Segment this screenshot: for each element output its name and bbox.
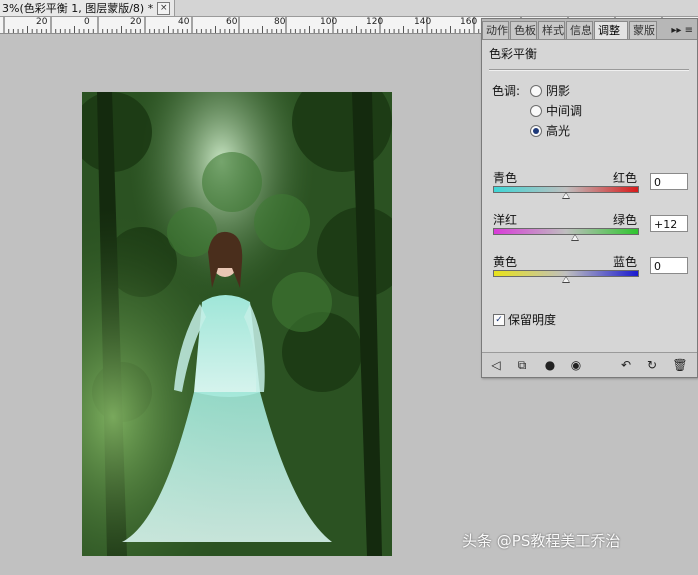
radio-button[interactable]	[530, 84, 542, 97]
slider-right-label: 绿色	[613, 213, 638, 227]
slider-magenta-green: 洋红 绿色 +12	[493, 211, 688, 251]
panel-footer: ◁ ⧉ ● ◉ ↶ ↻ 🗑	[482, 352, 697, 377]
close-icon[interactable]: ×	[157, 1, 171, 15]
radio-label: 高光	[546, 124, 571, 138]
tab-swatches[interactable]: 色板	[510, 21, 537, 39]
ruler-label: 0	[84, 17, 90, 27]
eye-icon[interactable]: ◉	[568, 357, 584, 373]
slider-thumb[interactable]	[562, 276, 570, 283]
preserve-luminosity-row[interactable]: ✓ 保留明度	[493, 311, 556, 328]
radio-label: 中间调	[546, 104, 583, 118]
tab-styles[interactable]: 样式	[538, 21, 565, 39]
reset-icon[interactable]: ↻	[644, 357, 660, 373]
checkbox-label: 保留明度	[508, 313, 557, 327]
adjustments-panel: 动作 色板 样式 信息 调整 蒙版 ▸▸ ≡ 色彩平衡 色调: 阴影 中间调 高…	[481, 18, 698, 378]
trash-icon[interactable]: 🗑	[672, 357, 688, 373]
ruler-label: 160	[460, 17, 478, 27]
tab-actions[interactable]: 动作	[482, 21, 509, 39]
value-input[interactable]: +12	[650, 215, 688, 232]
ruler-label: 40	[178, 17, 190, 27]
slider-yellow-blue: 黄色 蓝色 0	[493, 253, 688, 293]
document-tab[interactable]: 3%(色彩平衡 1, 图层蒙版/8) * ×	[0, 0, 176, 16]
radio-label: 阴影	[546, 84, 571, 98]
document-tab-bar: 3%(色彩平衡 1, 图层蒙版/8) * ×	[0, 0, 698, 17]
slider-left-label: 黄色	[493, 255, 518, 269]
view-previous-icon[interactable]: ↶	[618, 357, 634, 373]
slider-cyan-red: 青色 红色 0	[493, 169, 688, 209]
slider-thumb[interactable]	[562, 192, 570, 199]
tab-adjustments[interactable]: 调整	[594, 21, 628, 39]
ruler-label: 20	[130, 17, 142, 27]
panel-menu-icon[interactable]: ▸▸ ≡	[667, 22, 697, 39]
ruler-label: 20	[36, 17, 48, 27]
ruler-label: 80	[274, 17, 286, 27]
tone-label: 色调:	[492, 84, 521, 98]
radio-shadows[interactable]: 阴影	[530, 82, 570, 99]
photo-canvas[interactable]	[82, 92, 392, 556]
slider-thumb[interactable]	[570, 234, 579, 241]
slider-right-label: 红色	[613, 171, 638, 185]
value-input[interactable]: 0	[650, 173, 688, 190]
forest-woman-image	[82, 92, 392, 556]
ruler-label: 140	[414, 17, 432, 27]
clip-layer-icon[interactable]: ●	[542, 357, 558, 373]
expand-view-icon[interactable]: ⧉	[514, 357, 530, 373]
radio-highlights[interactable]: 高光	[530, 122, 570, 139]
panel-title: 色彩平衡	[489, 47, 538, 61]
ruler-label: 120	[366, 17, 384, 27]
slider-left-label: 洋红	[493, 213, 518, 227]
checkbox[interactable]: ✓	[493, 313, 505, 326]
ruler-label: 60	[226, 17, 238, 27]
panel-tab-strip: 动作 色板 样式 信息 调整 蒙版 ▸▸ ≡	[482, 19, 697, 40]
back-arrow-icon[interactable]: ◁	[488, 357, 504, 373]
divider	[489, 69, 689, 71]
document-tab-title[interactable]: 3%(色彩平衡 1, 图层蒙版/8) *	[2, 0, 153, 16]
slider-right-label: 蓝色	[613, 255, 638, 269]
value-input[interactable]: 0	[650, 257, 688, 274]
tab-info[interactable]: 信息	[566, 21, 593, 39]
radio-button[interactable]	[530, 124, 542, 137]
slider-track[interactable]	[493, 228, 639, 235]
radio-button[interactable]	[530, 104, 542, 117]
ruler-label: 100	[320, 17, 338, 27]
watermark: 头条 @PS教程美工乔治	[462, 532, 621, 550]
slider-left-label: 青色	[493, 171, 518, 185]
tab-masks[interactable]: 蒙版	[629, 21, 657, 39]
radio-midtones[interactable]: 中间调	[530, 102, 582, 119]
